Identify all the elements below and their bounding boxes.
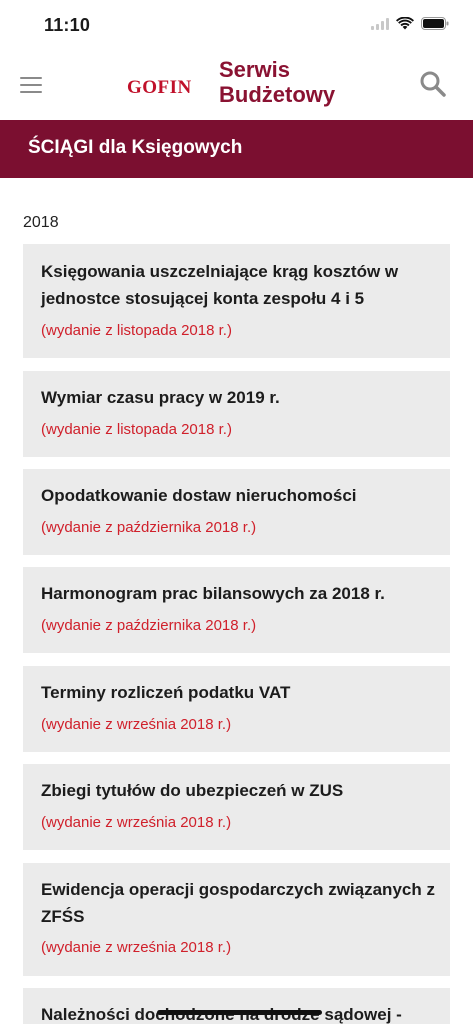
article-edition: (wydanie z października 2018 r.)	[41, 617, 257, 634]
article-title: Opodatkowanie dostaw nieruchomości	[41, 486, 357, 505]
status-icons	[371, 17, 449, 30]
article-card[interactable]: Księgowania uszczelniające krąg kosztów …	[23, 244, 450, 358]
article-title: Terminy rozliczeń podatku VAT	[41, 683, 291, 702]
article-edition: (wydanie z listopada 2018 r.)	[41, 322, 232, 339]
article-title: Wymiar czasu pracy w 2019 r.	[41, 388, 280, 407]
status-bar: 11:10	[0, 0, 473, 50]
article-card[interactable]: Harmonogram prac bilansowych za 2018 r. …	[23, 567, 450, 653]
logo-budzetowy-text: Budżetowy	[219, 82, 336, 107]
app-header: GOFIN Serwis Budżetowy	[0, 50, 473, 120]
status-time: 11:10	[44, 15, 91, 35]
logo-gofin-text: GOFIN	[127, 77, 192, 98]
wifi-icon	[396, 17, 414, 30]
article-edition: (wydanie z listopada 2018 r.)	[41, 421, 232, 438]
article-edition: (wydanie z października 2018 r.)	[41, 519, 257, 536]
article-card[interactable]: Opodatkowanie dostaw nieruchomości (wyda…	[23, 469, 450, 555]
article-title: Ewidencja operacji gospodarczych związan…	[41, 880, 435, 926]
article-edition: (wydanie z września 2018 r.)	[41, 716, 232, 733]
section-title: ŚCIĄGI dla Księgowych	[28, 137, 243, 158]
article-title: Zbiegi tytułów do ubezpieczeń w ZUS	[41, 781, 344, 800]
article-card[interactable]: Terminy rozliczeń podatku VAT (wydanie z…	[23, 666, 450, 752]
article-card[interactable]: Należności dochodzone na drodze sądowej …	[23, 988, 450, 1024]
logo-serwis-text: Serwis	[219, 57, 290, 82]
article-card[interactable]: Zbiegi tytułów do ubezpieczeń w ZUS (wyd…	[23, 764, 450, 850]
article-card[interactable]: Ewidencja operacji gospodarczych związan…	[23, 863, 450, 976]
article-edition: (wydanie z września 2018 r.)	[41, 939, 232, 956]
section-banner: ŚCIĄGI dla Księgowych	[0, 120, 473, 178]
home-indicator	[157, 1010, 322, 1015]
search-icon[interactable]	[419, 70, 447, 98]
article-card[interactable]: Wymiar czasu pracy w 2019 r. (wydanie z …	[23, 371, 450, 457]
article-edition: (wydanie z września 2018 r.)	[41, 814, 232, 831]
battery-icon	[421, 17, 449, 30]
article-title: Księgowania uszczelniające krąg kosztów …	[41, 262, 399, 308]
cellular-signal-icon	[371, 17, 389, 30]
year-label: 2018	[23, 214, 59, 231]
hamburger-menu-icon[interactable]	[20, 77, 42, 93]
article-title: Harmonogram prac bilansowych za 2018 r.	[41, 584, 385, 603]
